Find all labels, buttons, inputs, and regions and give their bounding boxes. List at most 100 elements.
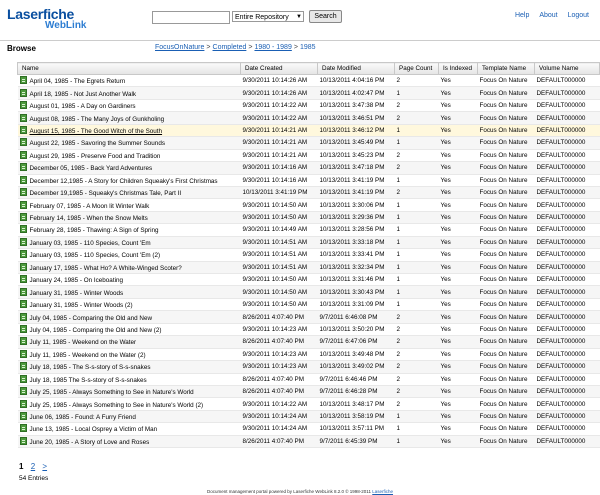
cell-name[interactable]: December 05, 1985 - Back Yard Adventures [17, 161, 241, 175]
cell-name[interactable]: January 31, 1985 - Winter Woods [17, 285, 241, 299]
cell-name[interactable]: June 13, 1985 - Local Osprey a Victim of… [17, 422, 241, 436]
document-name-link[interactable]: July 18, 1985 The S-s-story of S-s-snake… [30, 377, 147, 384]
cell-name[interactable]: June 06, 1985 - Found: A Furry Friend [17, 410, 241, 424]
document-name-link[interactable]: July 25, 1985 - Always Something to See … [30, 389, 194, 396]
document-name-link[interactable]: December 12,1985 - A Story for Children … [30, 178, 218, 185]
document-name-link[interactable]: January 31, 1985 - Winter Woods (2) [30, 302, 133, 309]
laserfiche-logo[interactable]: Laserfiche WebLink [7, 7, 86, 31]
column-header-date-modified[interactable]: Date Modified [317, 62, 395, 75]
table-row[interactable]: July 11, 1985 - Weekend on the Water (2)… [17, 348, 600, 362]
cell-name[interactable]: August 08, 1985 - The Many Joys of Gunkh… [17, 111, 241, 125]
document-name-link[interactable]: April 18, 1985 - Not Just Another Walk [30, 91, 137, 98]
document-name-link[interactable]: January 03, 1985 - 110 Species, Count 'E… [30, 240, 151, 247]
column-header-page-count[interactable]: Page Count [394, 62, 439, 75]
logout-link[interactable]: Logout [568, 12, 589, 19]
table-row[interactable]: February 07, 1985 - A Moon lit Winter Wa… [17, 198, 600, 212]
table-row[interactable]: July 18, 1985 The S-s-story of S-s-snake… [17, 373, 600, 386]
table-row[interactable]: July 04, 1985 - Comparing the Old and Ne… [17, 310, 600, 324]
document-name-link[interactable]: December 05, 1985 - Back Yard Adventures [30, 165, 153, 172]
breadcrumb-item[interactable]: Completed [213, 44, 247, 51]
table-row[interactable]: August 22, 1985 - Savoring the Summer So… [17, 136, 600, 150]
document-name-link[interactable]: July 11, 1985 - Weekend on the Water (2) [30, 352, 146, 359]
cell-name[interactable]: July 04, 1985 - Comparing the Old and Ne… [17, 310, 241, 324]
pager-page-2[interactable]: 2 [31, 462, 35, 471]
cell-name[interactable]: April 18, 1985 - Not Just Another Walk [17, 86, 241, 100]
document-name-link[interactable]: August 01, 1985 - A Day on Gardiners [30, 103, 136, 110]
cell-name[interactable]: August 29, 1985 - Preserve Food and Trad… [17, 149, 241, 163]
table-row[interactable]: January 17, 1985 - What Ho? A White-Wing… [17, 261, 600, 275]
cell-name[interactable]: February 07, 1985 - A Moon lit Winter Wa… [17, 198, 241, 212]
breadcrumb-item[interactable]: 1980 - 1989 [254, 44, 291, 51]
table-row[interactable]: August 01, 1985 - A Day on Gardiners 9/30… [17, 99, 600, 113]
document-name-link[interactable]: December 19,1985 - Squeaky's Christmas T… [30, 190, 182, 197]
table-row[interactable]: April 04, 1985 - The Egrets Return 9/30/2… [17, 74, 600, 88]
table-row[interactable]: January 03, 1985 - 110 Species, Count 'E… [17, 236, 600, 250]
table-row[interactable]: June 20, 1985 - A Story of Love and Rose… [17, 435, 600, 449]
table-row[interactable]: August 08, 1985 - The Many Joys of Gunkh… [17, 111, 600, 125]
document-name-link[interactable]: January 17, 1985 - What Ho? A White-Wing… [30, 265, 182, 272]
document-name-link[interactable]: July 04, 1985 - Comparing the Old and Ne… [30, 315, 153, 322]
document-name-link[interactable]: July 04, 1985 - Comparing the Old and Ne… [30, 327, 162, 334]
cell-name[interactable]: August 01, 1985 - A Day on Gardiners [17, 99, 241, 113]
table-row[interactable]: January 03, 1985 - 110 Species, Count 'E… [17, 248, 600, 262]
table-row[interactable]: December 12,1985 - A Story for Children … [17, 174, 600, 187]
document-name-link[interactable]: July 25, 1985 - Always Something to See … [30, 402, 204, 409]
cell-name[interactable]: August 22, 1985 - Savoring the Summer So… [17, 136, 241, 150]
cell-name[interactable]: January 17, 1985 - What Ho? A White-Wing… [17, 261, 241, 275]
cell-name[interactable]: April 04, 1985 - The Egrets Return [17, 74, 241, 88]
document-name-link[interactable]: February 28, 1985 - Thawing: A Sign of S… [30, 227, 159, 234]
repository-select[interactable]: Entire Repository ▼ [232, 11, 304, 22]
search-input[interactable] [152, 11, 230, 24]
document-name-link[interactable]: June 13, 1985 - Local Osprey a Victim of… [30, 426, 158, 433]
column-header-template-name[interactable]: Template Name [477, 62, 535, 75]
cell-name[interactable]: January 03, 1985 - 110 Species, Count 'E… [17, 248, 241, 262]
cell-name[interactable]: August 15, 1985 - The Good Witch of the … [17, 124, 241, 138]
table-row[interactable]: December 05, 1985 - Back Yard Adventures… [17, 161, 600, 175]
document-name-link[interactable]: July 11, 1985 - Weekend on the Water [30, 339, 137, 346]
column-header-volume-name[interactable]: Volume Name [534, 62, 600, 75]
document-name-link[interactable]: February 14, 1985 - When the Snow Melts [30, 215, 148, 222]
cell-name[interactable]: February 28, 1985 - Thawing: A Sign of S… [17, 223, 241, 237]
table-row[interactable]: July 25, 1985 - Always Something to See … [17, 397, 600, 411]
cell-name[interactable]: February 14, 1985 - When the Snow Melts [17, 211, 241, 225]
column-header-name[interactable]: Name [17, 62, 241, 75]
table-row[interactable]: August 15, 1985 - The Good Witch of the … [17, 124, 600, 138]
search-button[interactable]: Search [309, 10, 342, 23]
table-row[interactable]: July 25, 1985 - Always Something to See … [17, 385, 600, 399]
document-name-link[interactable]: August 15, 1985 - The Good Witch of the … [30, 128, 163, 135]
table-row[interactable]: February 28, 1985 - Thawing: A Sign of S… [17, 223, 600, 237]
cell-name[interactable]: January 03, 1985 - 110 Species, Count 'E… [17, 236, 241, 250]
table-row[interactable]: July 18, 1985 - The S-s-story of S-s-sna… [17, 360, 600, 374]
table-row[interactable]: February 14, 1985 - When the Snow Melts 9… [17, 211, 600, 225]
help-link[interactable]: Help [515, 12, 529, 19]
document-name-link[interactable]: August 29, 1985 - Preserve Food and Trad… [30, 153, 161, 160]
document-name-link[interactable]: January 31, 1985 - Winter Woods [30, 290, 124, 297]
footer-link[interactable]: Laserfiche [372, 489, 393, 494]
document-name-link[interactable]: February 07, 1985 - A Moon lit Winter Wa… [30, 203, 150, 210]
cell-name[interactable]: July 18, 1985 - The S-s-story of S-s-sna… [17, 360, 241, 374]
document-name-link[interactable]: June 20, 1985 - A Story of Love and Rose… [30, 439, 150, 446]
cell-name[interactable]: July 25, 1985 - Always Something to See … [17, 385, 241, 399]
cell-name[interactable]: December 19,1985 - Squeaky's Christmas T… [17, 186, 241, 200]
pager-next-arrow[interactable]: > [42, 462, 47, 471]
document-name-link[interactable]: June 06, 1985 - Found: A Furry Friend [30, 414, 136, 421]
document-name-link[interactable]: April 04, 1985 - The Egrets Return [30, 78, 126, 85]
cell-name[interactable]: July 18, 1985 The S-s-story of S-s-snake… [17, 373, 241, 386]
table-row[interactable]: July 04, 1985 - Comparing the Old and Ne… [17, 323, 600, 337]
table-row[interactable]: June 06, 1985 - Found: A Furry Friend 9/3… [17, 410, 600, 424]
cell-name[interactable]: July 11, 1985 - Weekend on the Water [17, 335, 241, 349]
cell-name[interactable]: July 25, 1985 - Always Something to See … [17, 397, 241, 411]
cell-name[interactable]: January 31, 1985 - Winter Woods (2) [17, 298, 241, 312]
table-row[interactable]: August 29, 1985 - Preserve Food and Trad… [17, 149, 600, 163]
table-row[interactable]: April 18, 1985 - Not Just Another Walk 9/… [17, 86, 600, 100]
table-row[interactable]: January 24, 1985 - On Iceboating 9/30/201… [17, 273, 600, 287]
document-name-link[interactable]: July 18, 1985 - The S-s-story of S-s-sna… [30, 364, 151, 371]
table-row[interactable]: July 11, 1985 - Weekend on the Water 8/26… [17, 335, 600, 349]
cell-name[interactable]: December 12,1985 - A Story for Children … [17, 174, 241, 187]
table-row[interactable]: December 19,1985 - Squeaky's Christmas T… [17, 186, 600, 200]
document-name-link[interactable]: August 08, 1985 - The Many Joys of Gunkh… [30, 116, 165, 123]
cell-name[interactable]: June 20, 1985 - A Story of Love and Rose… [17, 435, 241, 449]
table-row[interactable]: June 13, 1985 - Local Osprey a Victim of… [17, 422, 600, 436]
table-row[interactable]: January 31, 1985 - Winter Woods 9/30/2011… [17, 285, 600, 299]
breadcrumb-item[interactable]: FocusOnNature [155, 44, 204, 51]
